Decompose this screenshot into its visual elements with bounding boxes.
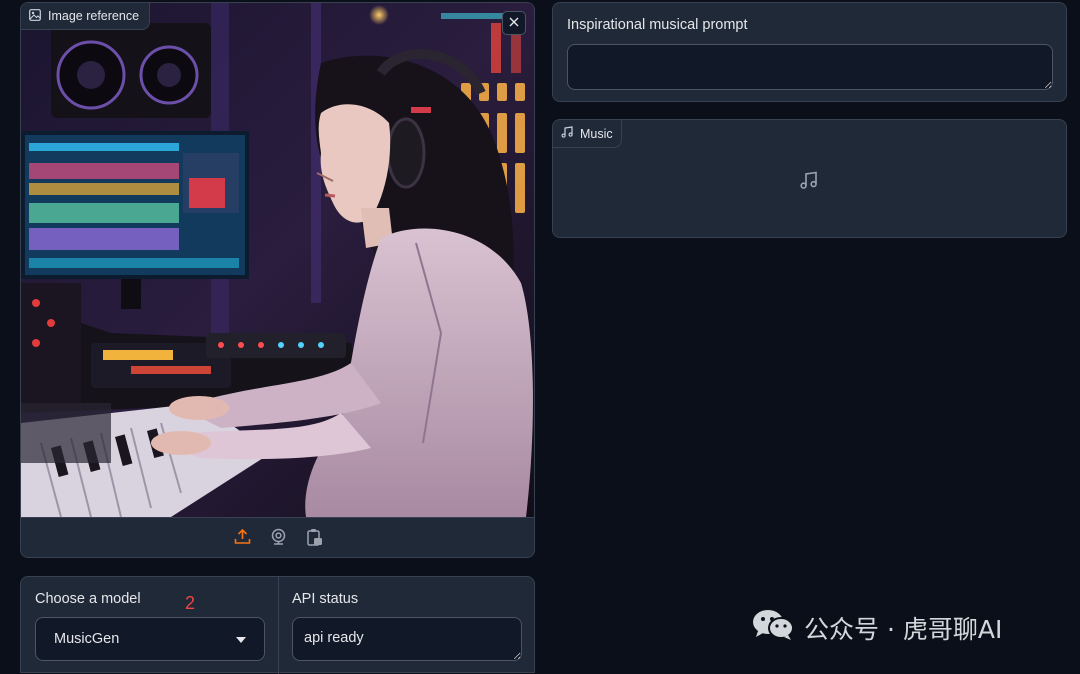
clipboard-icon: [306, 528, 323, 551]
close-icon: [509, 14, 519, 32]
clear-image-button[interactable]: [502, 11, 526, 35]
image-reference-label: Image reference: [21, 3, 151, 30]
music-output-panel: Music: [552, 119, 1067, 238]
reference-photo: [21, 3, 534, 517]
prompt-label: Inspirational musical prompt: [567, 17, 748, 33]
webcam-button[interactable]: [268, 528, 290, 550]
image-reference-panel: Image reference: [20, 2, 535, 558]
paste-from-clipboard-button[interactable]: [304, 528, 326, 550]
choose-model-label: Choose a model: [35, 591, 141, 607]
music-placeholder-icon: [799, 170, 819, 195]
music-note-icon: [561, 126, 573, 141]
image-source-toolbar: [21, 517, 534, 557]
music-label-text: Music: [580, 126, 613, 141]
wechat-icon: [752, 609, 794, 647]
webcam-icon: [270, 528, 287, 550]
api-status-label: API status: [292, 591, 359, 607]
upload-icon: [234, 528, 251, 550]
watermark-text: 公众号 · 虎哥聊AI: [804, 615, 1003, 644]
upload-button[interactable]: [232, 528, 254, 550]
music-label: Music: [553, 120, 622, 148]
model-settings-panel: Choose a model 2 MusicGen API status api…: [20, 576, 535, 674]
wechat-watermark: 公众号 · 虎哥聊AI: [752, 610, 1002, 646]
image-icon: [29, 8, 41, 24]
prompt-textarea[interactable]: [567, 44, 1053, 90]
prompt-panel: Inspirational musical prompt: [552, 2, 1067, 102]
annotation-number: 2: [185, 593, 196, 613]
panel-divider: [278, 577, 279, 674]
image-reference-label-text: Image reference: [48, 9, 140, 23]
model-dropdown[interactable]: MusicGen: [35, 617, 265, 661]
model-dropdown-value: MusicGen: [54, 631, 120, 647]
dropdown-caret-icon: [236, 631, 246, 647]
api-status-textbox[interactable]: api ready: [292, 617, 522, 661]
